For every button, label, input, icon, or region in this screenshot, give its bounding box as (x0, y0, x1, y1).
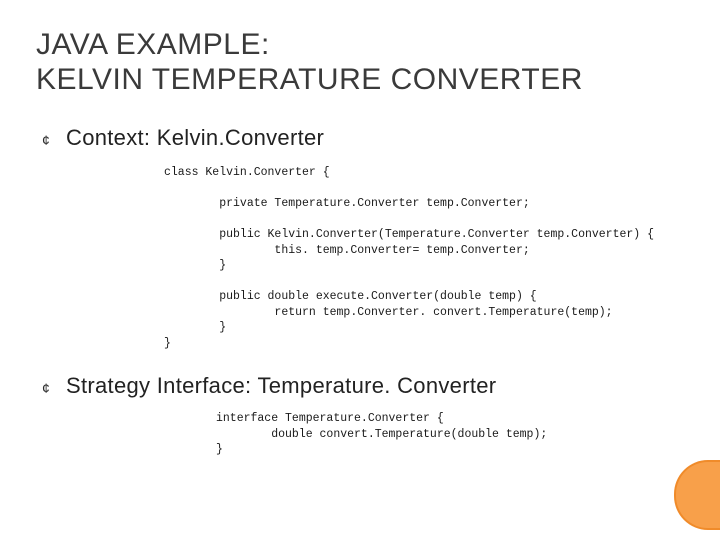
decorative-tab (674, 460, 720, 530)
bullet-item: ¢ Context: Kelvin.Converter (42, 125, 686, 151)
title-line-2: KELVIN TEMPERATURE CONVERTER (36, 63, 686, 98)
bullet-item: ¢ Strategy Interface: Temperature. Conve… (42, 373, 686, 399)
code-block-interface: interface Temperature.Converter { double… (216, 411, 686, 458)
bullet-icon: ¢ (42, 373, 66, 396)
bullet-text: Context: Kelvin.Converter (66, 125, 324, 151)
slide-title: JAVA EXAMPLE: KELVIN TEMPERATURE CONVERT… (36, 28, 686, 97)
title-line-1: JAVA EXAMPLE: (36, 28, 686, 63)
content-area: ¢ Context: Kelvin.Converter class Kelvin… (36, 125, 686, 458)
bullet-icon: ¢ (42, 125, 66, 148)
code-block-context: class Kelvin.Converter { private Tempera… (164, 165, 686, 351)
slide: JAVA EXAMPLE: KELVIN TEMPERATURE CONVERT… (0, 0, 720, 540)
bullet-text: Strategy Interface: Temperature. Convert… (66, 373, 496, 399)
